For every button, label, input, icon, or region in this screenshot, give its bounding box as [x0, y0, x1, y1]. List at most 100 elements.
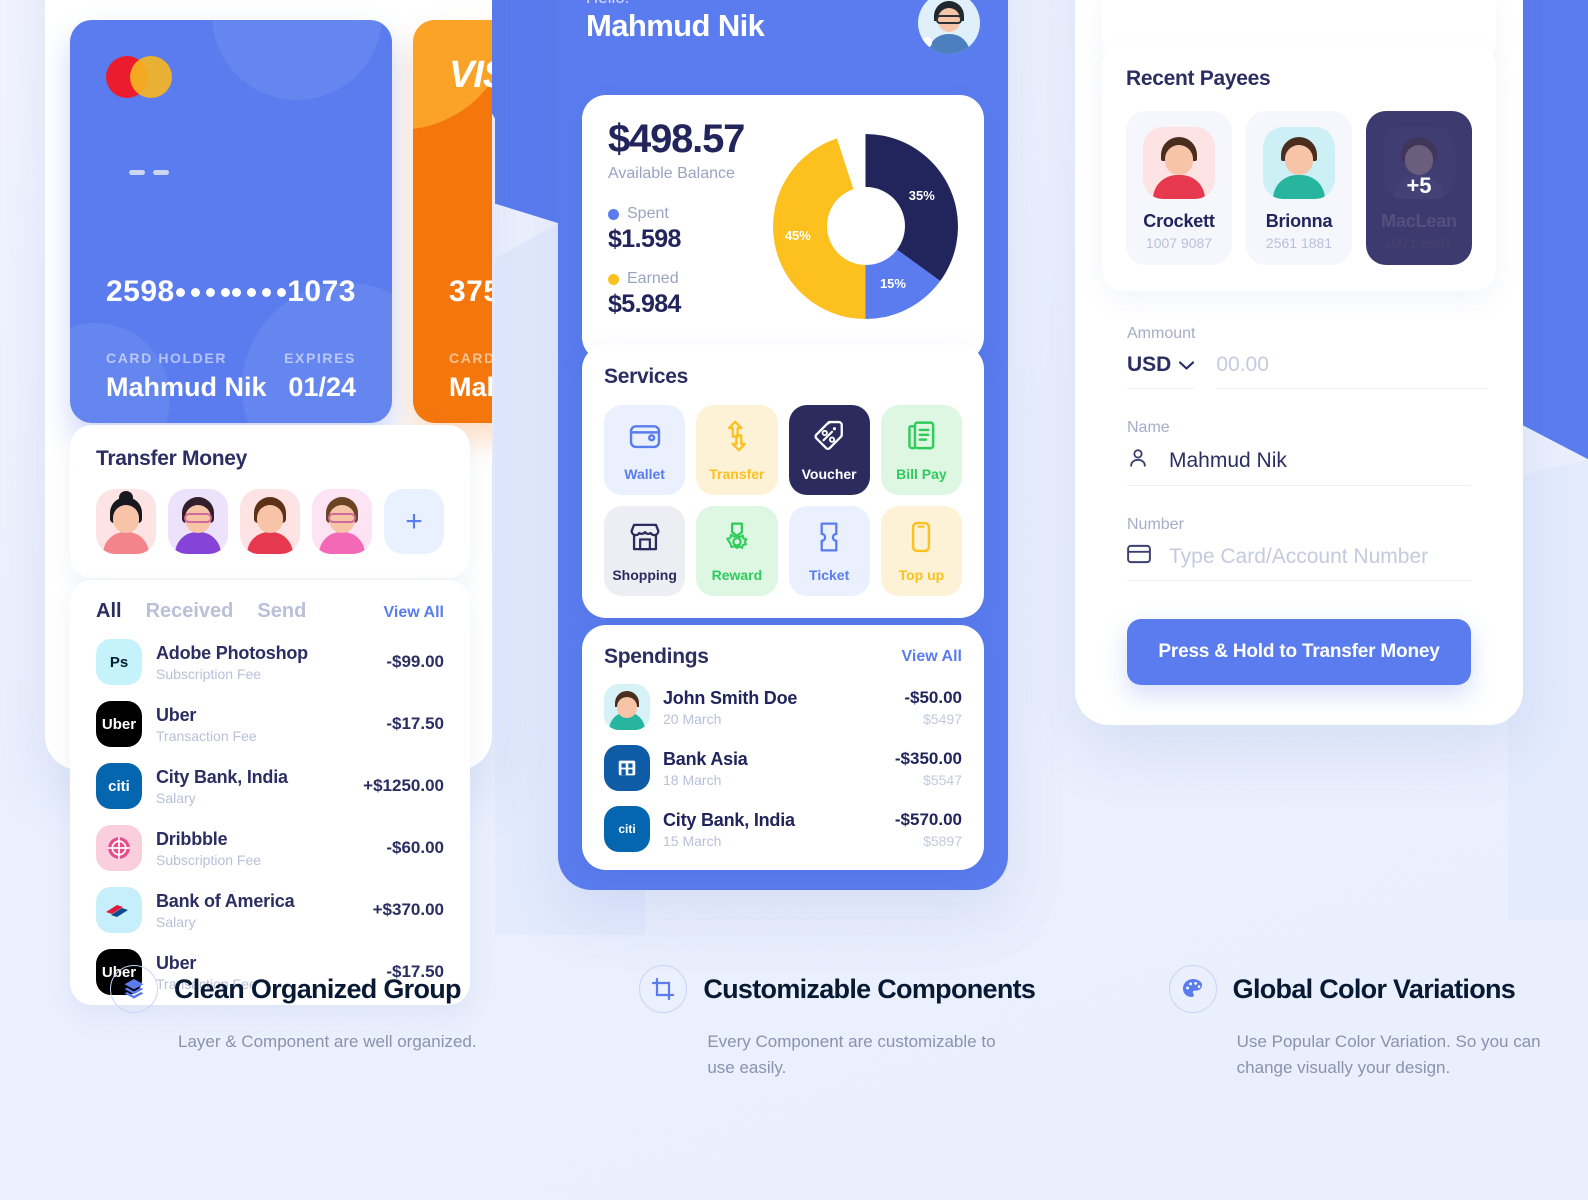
spendings-view-all-link[interactable]: View All	[902, 648, 962, 666]
spendings-header: Spendings View All	[604, 645, 962, 669]
bank-of-america-icon	[106, 905, 128, 917]
avatar-face	[1405, 145, 1433, 175]
transaction-name: City Bank, India	[156, 766, 288, 787]
tab-all[interactable]: All	[96, 600, 122, 623]
photoshop-icon: Ps	[109, 653, 129, 671]
feature-description: Layer & Component are well organized.	[178, 1032, 477, 1051]
card-holder-name: Mahmud Nik	[106, 372, 267, 402]
mastercard-icon	[106, 56, 172, 98]
service-top-up[interactable]: Top up	[880, 506, 962, 596]
table-row[interactable]: Uber Uber Transaction Fee -$17.50	[96, 701, 444, 747]
account-number-input[interactable]	[1169, 544, 1471, 569]
avatar-face	[113, 505, 139, 533]
greeting-text: Hello!	[586, 0, 629, 8]
transfer-avatar-2[interactable]	[168, 489, 228, 554]
spending-name: Bank Asia	[663, 748, 748, 769]
phone-center-screen: Hello! Mahmud Nik $498.57 Available Bala…	[558, 0, 1008, 890]
credit-card-secondary[interactable]: VISA 3754 CARD HO Mah	[413, 20, 492, 423]
transaction-type: Transaction Fee	[156, 727, 257, 744]
service-wallet[interactable]: Wallet	[604, 405, 686, 495]
transfer-icon	[720, 419, 754, 458]
payee-account: 0271 5987	[1385, 235, 1453, 251]
carousel-dot[interactable]	[152, 170, 169, 175]
number-label: Number	[1127, 516, 1184, 533]
list-item[interactable]: Bank Asia 18 March -$350.00 $5547	[604, 745, 962, 791]
amount-input[interactable]	[1216, 353, 1488, 389]
transfer-avatar-1[interactable]	[96, 489, 156, 554]
credit-card-primary[interactable]: 2598 1073 CARD HOLDER Mahmud Nik EXPIRES…	[70, 20, 392, 423]
carousel-dot-active[interactable]	[88, 170, 121, 175]
payee-card-1[interactable]: Crockett 1007 9087	[1126, 111, 1232, 265]
bank-asia-icon	[604, 745, 650, 791]
service-transfer[interactable]: Transfer	[696, 405, 778, 495]
avatar-face	[1165, 145, 1193, 175]
features-section: Clean Organized Group Layer & Component …	[0, 965, 1588, 1080]
avatar-face	[617, 697, 637, 718]
feature-title: Global Color Variations	[1232, 973, 1516, 1004]
table-row[interactable]: Ps Adobe Photoshop Subscription Fee -$99…	[96, 639, 444, 685]
transfer-money-title: Transfer Money	[96, 447, 248, 470]
bank-of-america-icon	[96, 887, 142, 933]
service-voucher[interactable]: Voucher	[788, 405, 870, 495]
avatar-body	[928, 34, 970, 54]
list-item[interactable]: citi City Bank, India 15 March -$570.00 …	[604, 806, 962, 852]
transactions-panel: All Received Send View All Ps Adobe Phot…	[70, 580, 470, 1005]
list-item[interactable]: John Smith Doe 20 March -$50.00 $5497	[604, 684, 962, 730]
transfer-avatar-4[interactable]	[312, 489, 372, 554]
table-row[interactable]: Bank of America Salary +$370.00	[96, 887, 444, 933]
feature-title: Clean Organized Group	[174, 973, 462, 1004]
transfer-avatar-3[interactable]	[240, 489, 300, 554]
transaction-name: Adobe Photoshop	[156, 642, 308, 663]
spending-balance: $5547	[923, 771, 962, 788]
legend-value-earned: $5.984	[608, 290, 681, 318]
table-row[interactable]: Dribbble Subscription Fee -$60.00	[96, 825, 444, 871]
payee-card-3[interactable]: +5 MacLean 0271 5987	[1366, 111, 1472, 265]
reward-icon	[720, 520, 754, 559]
service-reward[interactable]: Reward	[696, 506, 778, 596]
tab-send[interactable]: Send	[257, 600, 306, 623]
name-input[interactable]	[1169, 448, 1471, 473]
transaction-amount: -$99.00	[386, 652, 444, 671]
transaction-name: Bank of America	[156, 890, 295, 911]
payee-account: 1007 9087	[1145, 235, 1213, 251]
transaction-amount: +$370.00	[372, 900, 444, 919]
service-label: Voucher	[801, 465, 857, 482]
service-bill-pay[interactable]: Bill Pay	[880, 405, 962, 495]
transactions-view-all-link[interactable]: View All	[384, 604, 444, 622]
donut-label-navy: 35%	[908, 187, 935, 203]
feature-description: Every Component are customizable to use …	[707, 1032, 996, 1077]
service-shopping[interactable]: Shopping	[604, 506, 686, 596]
spending-name: City Bank, India	[663, 809, 795, 830]
glasses-icon	[328, 513, 356, 523]
service-ticket[interactable]: Ticket	[788, 506, 870, 596]
status-dot	[921, 37, 932, 48]
bill-icon	[904, 419, 938, 458]
table-row[interactable]: citi City Bank, India Salary +$1250.00	[96, 763, 444, 809]
citi-icon: citi	[96, 763, 142, 809]
currency-select[interactable]: USD	[1127, 353, 1195, 389]
spending-date: 15 March	[663, 832, 722, 849]
crop-icon	[639, 965, 688, 1013]
card-carousel-dots[interactable]	[45, 170, 352, 175]
phone-right-screen: Mahmud Nik 01/24 Bank $1250.00 Recent Pa…	[1075, 0, 1523, 725]
person-icon	[1127, 447, 1153, 474]
add-payee-button[interactable]: +	[384, 489, 444, 554]
transaction-type: Salary	[156, 913, 196, 930]
spending-amount: -$570.00	[894, 809, 962, 829]
recent-payees-title: Recent Payees	[1126, 67, 1271, 90]
dribbble-icon	[108, 837, 130, 859]
recent-payees-list: Crockett 1007 9087 Brionna 2561 1881 +5 …	[1126, 111, 1472, 265]
transfer-money-button[interactable]: Press & Hold to Transfer Money	[1127, 619, 1471, 685]
payee-card-2[interactable]: Brionna 2561 1881	[1246, 111, 1352, 265]
available-balance-label: Available Balance	[608, 165, 735, 182]
card-number-end: 1073	[287, 275, 356, 308]
tab-received[interactable]: Received	[146, 600, 234, 623]
photoshop-icon: Ps	[96, 639, 142, 685]
visa-logo: VISA	[449, 54, 492, 96]
transfer-form: Ammount USD Name Number	[1127, 325, 1488, 685]
carousel-dot[interactable]	[128, 170, 145, 175]
name-label: Name	[1127, 419, 1170, 436]
transfer-avatar-list: +	[96, 489, 444, 554]
services-card: Services Wallet Transfer Voucher Bill Pa…	[582, 345, 984, 618]
card-expires-label: EXPIRES	[284, 350, 356, 366]
